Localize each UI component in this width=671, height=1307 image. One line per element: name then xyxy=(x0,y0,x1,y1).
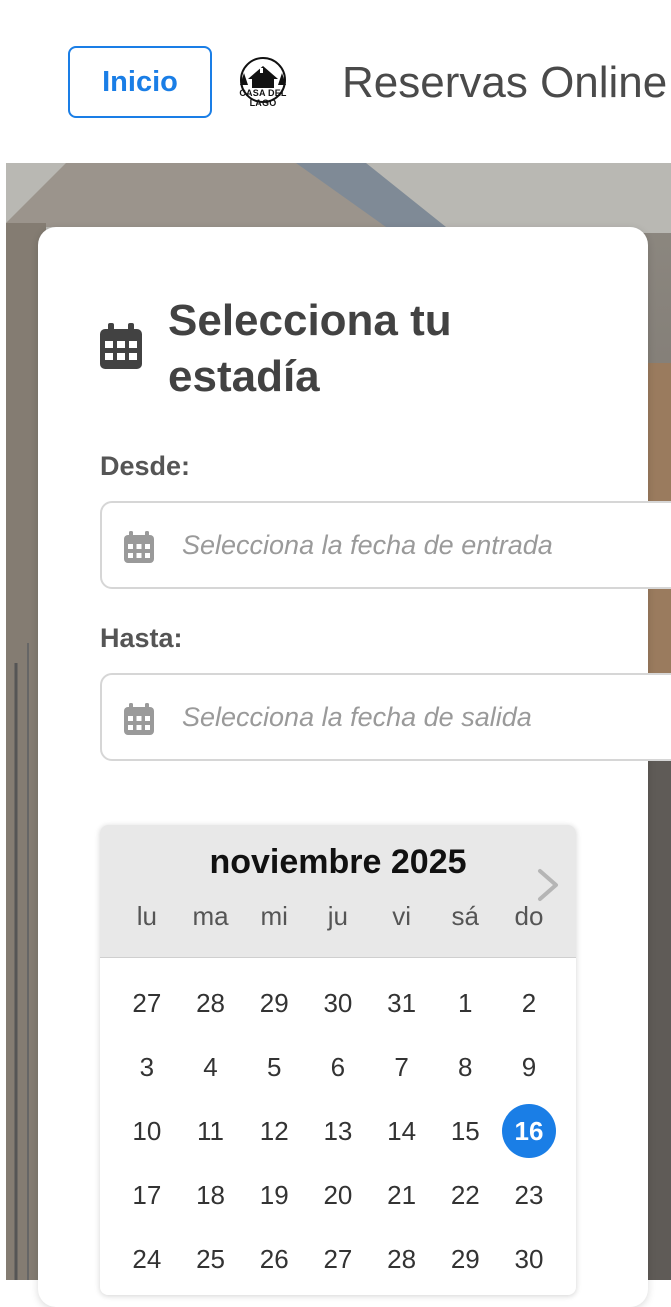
selected-day-label: 16 xyxy=(501,1104,556,1158)
weekday-label: vi xyxy=(392,901,411,931)
home-button[interactable]: Inicio xyxy=(68,46,212,118)
calendar-day[interactable]: 6 xyxy=(306,1035,370,1099)
calendar-day[interactable]: 26 xyxy=(242,1227,306,1291)
calendar-day[interactable]: 29 xyxy=(242,971,306,1035)
calendar-week-row: 3 4 5 6 7 8 9 xyxy=(115,1035,561,1099)
calendar-day[interactable]: 14 xyxy=(370,1099,434,1163)
calendar-day[interactable]: 7 xyxy=(370,1035,434,1099)
check-out-placeholder: Selecciona la fecha de salida xyxy=(182,702,532,732)
calendar-day[interactable]: 20 xyxy=(306,1163,370,1227)
stay-selection-card: Selecciona tu estadía Desde: Selecciona … xyxy=(38,227,671,1307)
weekday-label: lu xyxy=(136,901,157,931)
calendar-day[interactable]: 28 xyxy=(179,971,243,1035)
calendar-day[interactable]: 2 xyxy=(497,971,561,1035)
calendar-day[interactable]: 11 xyxy=(179,1099,243,1163)
calendar-day[interactable]: 23 xyxy=(497,1163,561,1227)
calendar-day[interactable]: 27 xyxy=(306,1227,370,1291)
calendar-day[interactable]: 21 xyxy=(370,1163,434,1227)
weekday-label: do xyxy=(514,901,544,931)
to-label: Hasta: xyxy=(100,623,183,653)
calendar-day[interactable]: 12 xyxy=(242,1099,306,1163)
calendar-week-row: 10 11 12 13 14 15 16 xyxy=(115,1099,561,1163)
calendar-day[interactable]: 19 xyxy=(242,1163,306,1227)
weekday-label: ju xyxy=(327,901,349,931)
logo-text: CASA DEL LAGO xyxy=(239,88,287,108)
from-label: Desde: xyxy=(100,451,191,481)
calendar-day[interactable]: 27 xyxy=(115,971,179,1035)
top-header: Inicio CASA DEL LAGO Reservas Online xyxy=(0,0,671,163)
calendar-day[interactable]: 15 xyxy=(433,1099,497,1163)
calendar-day[interactable]: 24 xyxy=(115,1227,179,1291)
weekday-label: sá xyxy=(451,901,480,931)
calendar-week-row: 27 28 29 30 31 1 2 xyxy=(115,971,561,1035)
calendar-day-selected[interactable]: 16 xyxy=(497,1099,561,1163)
calendar-day[interactable]: 1 xyxy=(433,971,497,1035)
check-out-date-input[interactable]: Selecciona la fecha de salida xyxy=(100,673,671,761)
calendar-icon xyxy=(100,323,142,369)
check-in-date-input[interactable]: Selecciona la fecha de entrada xyxy=(100,501,671,589)
check-in-placeholder: Selecciona la fecha de entrada xyxy=(182,530,553,560)
calendar-day[interactable]: 10 xyxy=(115,1099,179,1163)
calendar-month-label: noviembre 2025 xyxy=(209,843,467,881)
calendar-day[interactable]: 5 xyxy=(242,1035,306,1099)
weekday-label: ma xyxy=(192,901,229,931)
calendar-day[interactable]: 17 xyxy=(115,1163,179,1227)
calendar-day[interactable]: 18 xyxy=(179,1163,243,1227)
casa-del-lago-logo[interactable]: CASA DEL LAGO xyxy=(226,55,300,108)
calendar-days-grid: 27 28 29 30 31 1 2 3 4 5 6 7 8 9 10 11 1… xyxy=(115,971,561,1291)
calendar-day[interactable]: 4 xyxy=(179,1035,243,1099)
calendar-day[interactable]: 13 xyxy=(306,1099,370,1163)
calendar-day[interactable]: 30 xyxy=(497,1227,561,1291)
weekday-header-row: lu ma mi ju vi sá do xyxy=(115,901,561,941)
calendar-day[interactable]: 30 xyxy=(306,971,370,1035)
calendar-day[interactable]: 31 xyxy=(370,971,434,1035)
card-title: Selecciona tu estadía xyxy=(168,296,452,401)
calendar-header: noviembre 2025 lu ma mi ju vi sá do xyxy=(100,825,576,958)
calendar-day[interactable]: 8 xyxy=(433,1035,497,1099)
date-picker-calendar: noviembre 2025 lu ma mi ju vi sá do 27 2… xyxy=(100,825,576,1295)
calendar-day[interactable]: 9 xyxy=(497,1035,561,1099)
calendar-day[interactable]: 29 xyxy=(433,1227,497,1291)
weekday-label: mi xyxy=(260,901,288,931)
calendar-week-row: 24 25 26 27 28 29 30 xyxy=(115,1227,561,1291)
calendar-day[interactable]: 25 xyxy=(179,1227,243,1291)
calendar-week-row: 17 18 19 20 21 22 23 xyxy=(115,1163,561,1227)
calendar-icon xyxy=(124,531,154,563)
calendar-day[interactable]: 22 xyxy=(433,1163,497,1227)
calendar-day[interactable]: 28 xyxy=(370,1227,434,1291)
chevron-right-icon[interactable] xyxy=(534,867,562,903)
calendar-day[interactable]: 3 xyxy=(115,1035,179,1099)
calendar-icon xyxy=(124,703,154,735)
site-title: Reservas Online xyxy=(342,58,668,107)
